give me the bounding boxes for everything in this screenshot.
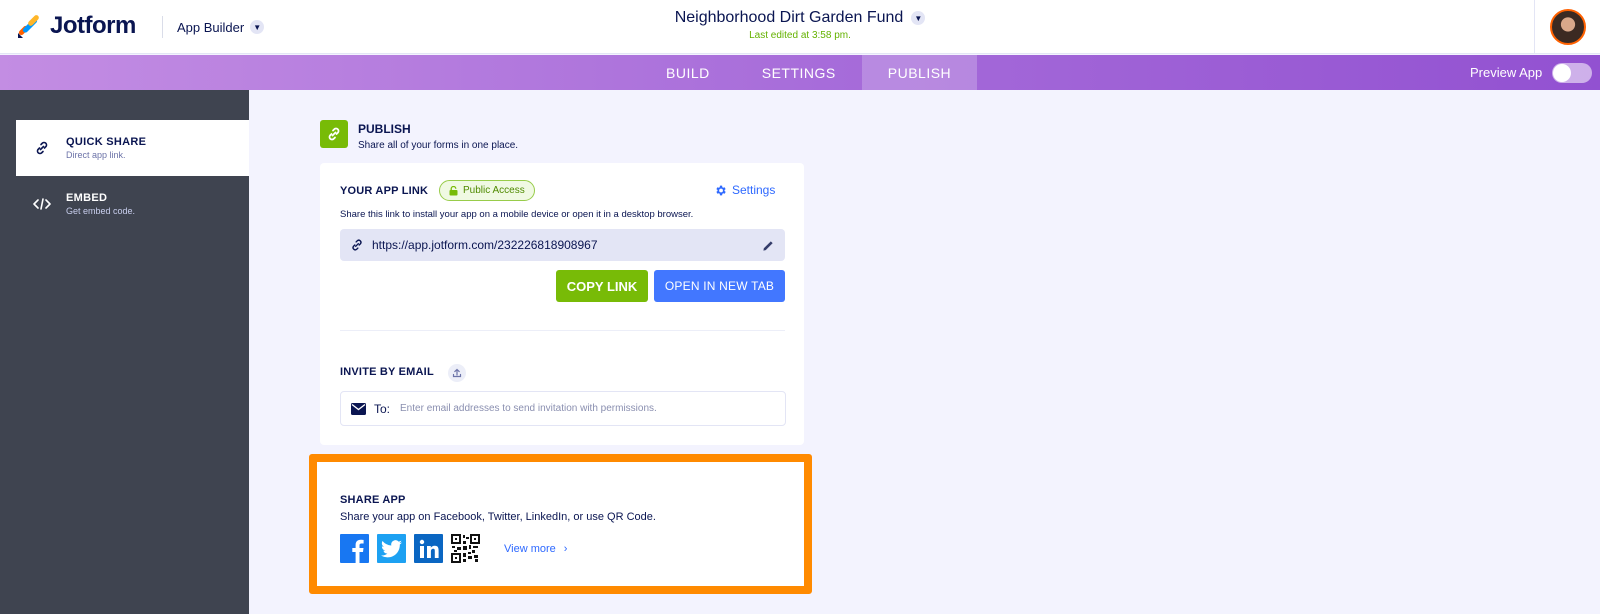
chevron-right-icon: › [563, 542, 568, 555]
settings-label: Settings [732, 183, 776, 197]
publish-header: PUBLISH Share all of your forms in one p… [320, 120, 518, 151]
code-icon [30, 192, 54, 216]
publish-title: PUBLISH [358, 122, 411, 136]
upload-icon[interactable] [448, 364, 466, 382]
divider [340, 330, 785, 331]
view-more-link[interactable]: View more › [504, 543, 567, 555]
preview-app: Preview App [1470, 55, 1593, 90]
sidebar-item-title: EMBED [66, 192, 108, 204]
nav-tabs: BUILD SETTINGS PUBLISH [640, 55, 978, 90]
pencil-icon[interactable] [762, 239, 775, 252]
twitter-icon[interactable] [377, 534, 406, 563]
tab-publish[interactable]: PUBLISH [861, 55, 978, 90]
link-icon [350, 238, 364, 252]
avatar-container [1534, 0, 1600, 54]
invite-by-email-label: INVITE BY EMAIL [340, 366, 434, 378]
qr-code-icon[interactable] [451, 534, 480, 563]
form-title-area: Neighborhood Dirt Garden Fund ▼ Last edi… [0, 9, 1600, 41]
tab-settings[interactable]: SETTINGS [736, 55, 862, 90]
chevron-down-icon[interactable]: ▼ [911, 11, 926, 25]
share-app-title: SHARE APP [340, 494, 406, 506]
lock-icon [449, 185, 458, 195]
share-app-description: Share your app on Facebook, Twitter, Lin… [340, 511, 656, 523]
sidebar-item-subtitle: Get embed code. [66, 206, 136, 216]
public-access-label: Public Access [463, 185, 525, 196]
sidebar: QUICK SHARE Direct app link. EMBED Get e… [0, 90, 249, 614]
sidebar-item-title: QUICK SHARE [66, 136, 147, 148]
link-icon [320, 120, 348, 148]
sidebar-item-quick-share[interactable]: QUICK SHARE Direct app link. [16, 120, 249, 176]
main-navbar: BUILD SETTINGS PUBLISH Preview App [0, 55, 1600, 90]
avatar[interactable] [1549, 9, 1586, 45]
share-app-card: SHARE APP Share your app on Facebook, Tw… [309, 454, 812, 594]
tab-build[interactable]: BUILD [640, 55, 736, 90]
sidebar-item-subtitle: Direct app link. [66, 150, 126, 160]
app-url-field[interactable]: https://app.jotform.com/232226818908967 [340, 229, 785, 261]
form-title[interactable]: Neighborhood Dirt Garden Fund [675, 9, 904, 27]
facebook-icon[interactable] [340, 534, 369, 563]
app-link-label: YOUR APP LINK [340, 185, 429, 197]
public-access-badge[interactable]: Public Access [439, 180, 535, 201]
toggle-knob [1553, 63, 1572, 82]
to-label: To: [374, 401, 391, 416]
top-header: Jotform App Builder ▼ Neighborhood Dirt … [0, 0, 1600, 54]
app-url-text: https://app.jotform.com/232226818908967 [372, 238, 598, 252]
social-share-row: View more › [340, 534, 567, 563]
settings-link[interactable]: Settings [714, 183, 775, 197]
invite-email-field[interactable]: To: [340, 391, 786, 426]
gear-icon [716, 185, 726, 195]
linkedin-icon[interactable] [414, 534, 443, 563]
publish-subtitle: Share all of your forms in one place. [358, 140, 519, 151]
copy-link-button[interactable]: COPY LINK [556, 270, 648, 302]
email-input[interactable] [400, 403, 785, 414]
link-icon [30, 136, 54, 160]
preview-app-label: Preview App [1470, 65, 1543, 80]
sidebar-item-embed[interactable]: EMBED Get embed code. [16, 176, 249, 232]
last-edited-text: Last edited at 3:58 pm. [749, 30, 851, 41]
app-link-card: YOUR APP LINK Public Access Settings Sha… [320, 163, 804, 445]
open-in-new-tab-button[interactable]: OPEN IN NEW TAB [654, 270, 785, 302]
mail-icon [351, 402, 366, 415]
view-more-label: View more [504, 542, 556, 555]
preview-app-toggle[interactable] [1552, 62, 1593, 83]
app-link-description: Share this link to install your app on a… [340, 209, 694, 220]
